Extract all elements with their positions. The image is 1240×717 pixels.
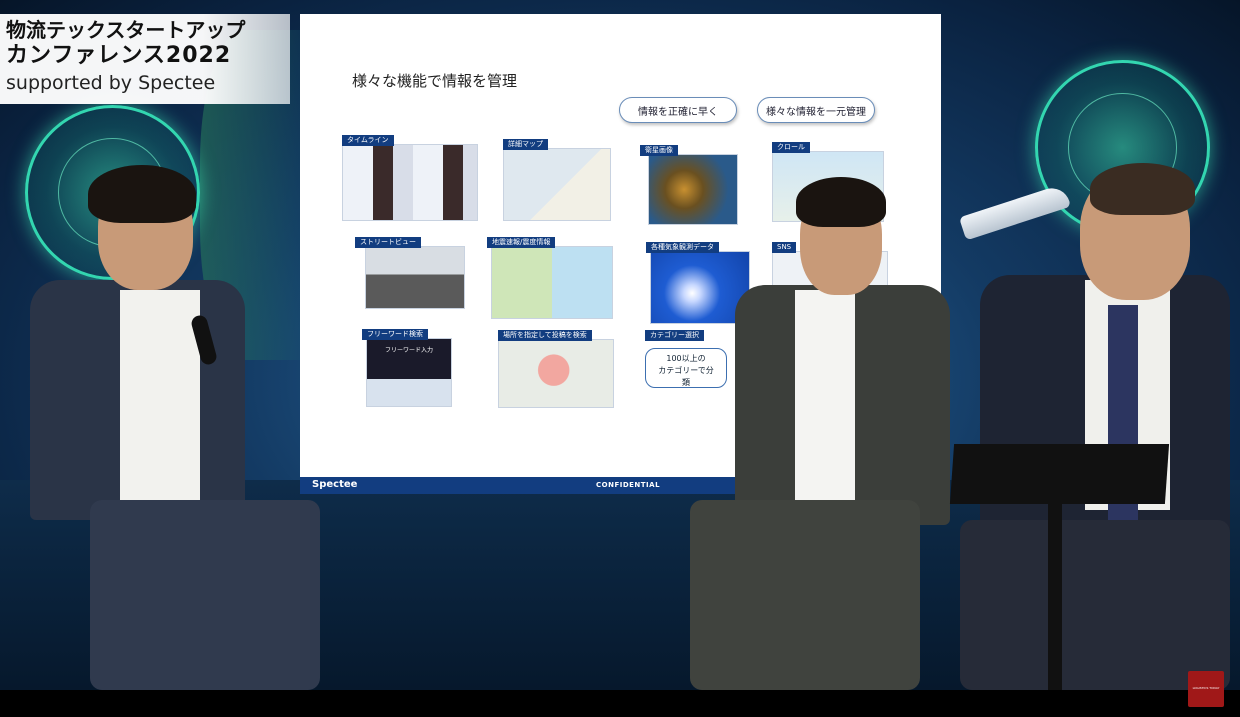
feature-label: 地震速報/震度情報 — [487, 237, 556, 248]
speaker-right-tie — [1108, 305, 1138, 545]
video-frame: 物流テックスタートアップ カンファレンス2022 supported by Sp… — [0, 0, 1240, 690]
earthquake-map-thumbnail — [491, 246, 613, 319]
slide-pill-right: 様々な情報を一元管理 — [757, 97, 875, 123]
feature-label: タイムライン — [342, 135, 394, 146]
feature-detail-map: 詳細マップ — [503, 139, 611, 221]
feature-satellite: 衛星画像 — [640, 145, 738, 225]
category-callout: 100以上の カテゴリーで分 類 — [645, 348, 727, 388]
map-thumbnail — [503, 148, 611, 221]
speaker-center-shirt — [795, 290, 855, 500]
satellite-thumbnail — [648, 154, 738, 225]
feature-category: カテゴリー選択 — [645, 330, 705, 344]
feature-label: ストリートビュー — [355, 237, 421, 248]
feature-street-view: ストリートビュー — [355, 237, 465, 309]
category-callout-line2: カテゴリーで分 — [658, 366, 714, 375]
speaker-left-shirt — [120, 290, 200, 510]
speaker-right-legs — [960, 520, 1230, 690]
spectee-logo: Spectee — [312, 479, 358, 490]
speaker-right-hair — [1090, 163, 1195, 215]
location-map-thumbnail — [498, 339, 614, 408]
podium-stand — [1048, 500, 1062, 690]
timeline-thumbnail — [342, 144, 478, 221]
feature-label: フリーワード検索 — [362, 329, 428, 340]
feature-timeline: タイムライン — [342, 135, 478, 221]
event-title-banner: 物流テックスタートアップ カンファレンス2022 supported by Sp… — [0, 14, 290, 104]
event-title-line2: カンファレンス2022 — [6, 43, 232, 68]
feature-label: クロール — [772, 142, 810, 153]
feature-label: 衛星画像 — [640, 145, 678, 156]
freeword-input-label: フリーワード入力 — [384, 347, 433, 354]
slide-heading: 様々な機能で情報を管理 — [352, 72, 518, 90]
broadcaster-logo-text: LOGISTICS TODAY — [1192, 686, 1220, 690]
broadcaster-logo: LOGISTICS TODAY — [1188, 671, 1224, 707]
category-callout-line1: 100以上の — [666, 354, 706, 363]
feature-label: 場所を指定して投稿を検索 — [498, 330, 592, 341]
feature-label: SNS — [772, 242, 797, 253]
feature-freeword: フリーワード検索 フリーワード入力 — [362, 329, 452, 407]
feature-location-search: 場所を指定して投稿を検索 — [498, 330, 614, 408]
street-view-thumbnail — [365, 246, 465, 309]
feature-label: カテゴリー選択 — [645, 330, 704, 341]
podium — [949, 444, 1170, 504]
event-title-line3: supported by Spectee — [6, 72, 216, 94]
confidential-label: CONFIDENTIAL — [596, 481, 661, 489]
feature-label: 各種気象観測データ — [646, 242, 719, 253]
slide-pill-left: 情報を正確に早く — [619, 97, 737, 123]
freeword-thumbnail: フリーワード入力 — [366, 338, 452, 407]
airplane-graphic — [958, 183, 1072, 241]
speaker-center-hair — [796, 177, 886, 227]
speaker-center-legs — [690, 500, 920, 690]
feature-label: 詳細マップ — [503, 139, 548, 150]
speaker-left-legs — [90, 500, 320, 690]
speaker-left-hair — [88, 165, 196, 223]
feature-earthquake: 地震速報/震度情報 — [487, 237, 613, 319]
event-title-line1: 物流テックスタートアップ — [6, 18, 246, 42]
category-callout-line3: 類 — [682, 378, 690, 387]
